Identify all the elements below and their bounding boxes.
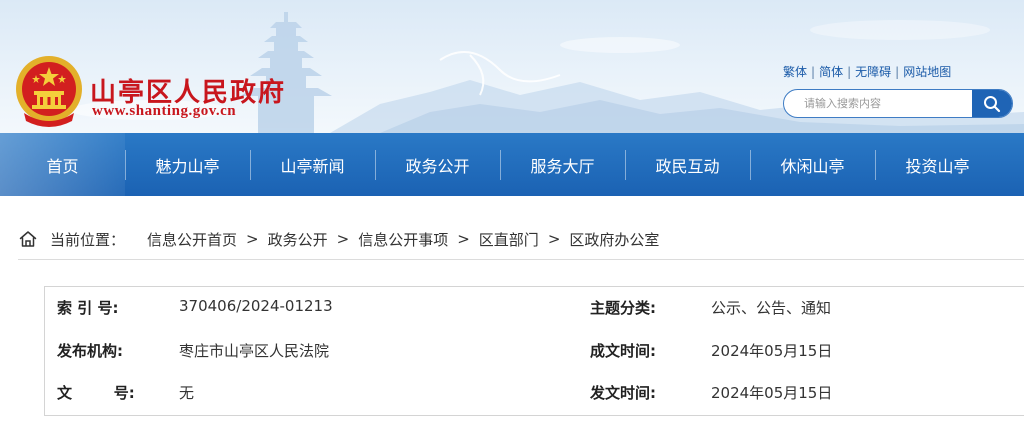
link-separator: | [895,65,900,79]
index-number-value: 370406/2024-01213 [179,297,333,315]
breadcrumb-separator: > [547,230,561,248]
utility-links: 繁体 | 简体 | 无障碍 | 网站地图 [783,63,951,80]
traditional-chinese-link[interactable]: 繁体 [783,65,807,79]
home-icon[interactable] [18,229,38,249]
breadcrumb-item-district-office[interactable]: 区政府办公室 [569,229,659,250]
breadcrumb-item-info-home[interactable]: 信息公开首页 [147,229,237,250]
nav-item-home[interactable]: 首页 [0,133,125,196]
breadcrumb-item-info-matters[interactable]: 信息公开事项 [358,229,448,250]
search-icon [984,95,1001,112]
breadcrumb-divider [18,259,1024,260]
site-url[interactable]: www.shanting.gov.cn [92,103,236,120]
main-nav: 首页 魅力山亭 山亭新闻 政务公开 服务大厅 政民互动 休闲山亭 投资山亭 [0,133,1024,196]
nav-item-leisure-shanting[interactable]: 休闲山亭 [750,133,875,196]
nav-item-shanting-news[interactable]: 山亭新闻 [250,133,375,196]
breadcrumb-item-government-affairs[interactable]: 政务公开 [268,229,328,250]
topic-category-value: 公示、公告、通知 [711,299,832,317]
written-date-label: 成文时间: [590,342,656,360]
info-row-document-number: 文 号: 无 发文时间: 2024年05月15日 [45,382,1024,422]
search-box [783,89,1013,118]
simplified-chinese-link[interactable]: 简体 [819,65,843,79]
breadcrumb-prefix: 当前位置： [50,230,126,249]
breadcrumb-separator: > [336,230,350,248]
breadcrumb-separator: > [246,230,259,248]
search-input[interactable] [784,90,974,117]
national-emblem-logo [16,56,82,127]
index-number-label: 索 引 号: [57,299,119,317]
publisher-value: 枣庄市山亭区人民法院 [179,342,330,360]
sitemap-link[interactable]: 网站地图 [903,65,951,79]
nav-item-invest-shanting[interactable]: 投资山亭 [875,133,1000,196]
breadcrumb: 当前位置： 信息公开首页 > 政务公开 > 信息公开事项 > 区直部门 > 区政… [18,226,659,252]
info-row-index: 索 引 号: 370406/2024-01213 主题分类: 公示、公告、通知 [45,297,1024,337]
publisher-label: 发布机构: [57,342,123,360]
nav-item-service-hall[interactable]: 服务大厅 [500,133,625,196]
search-button[interactable] [972,90,1012,117]
nav-item-public-interaction[interactable]: 政民互动 [625,133,750,196]
link-separator: | [811,65,816,79]
topic-category-label: 主题分类: [590,299,656,317]
written-date-value: 2024年05月15日 [711,342,833,360]
nav-item-government-affairs[interactable]: 政务公开 [375,133,500,196]
link-separator: | [847,65,852,79]
breadcrumb-separator: > [457,230,470,248]
site-header: 山亭区人民政府 www.shanting.gov.cn 繁体 | 简体 | 无障碍 | 网站… [0,0,1024,133]
breadcrumb-item-district-departments[interactable]: 区直部门 [479,229,539,250]
document-info-table: 索 引 号: 370406/2024-01213 主题分类: 公示、公告、通知 … [44,286,1024,416]
accessibility-link[interactable]: 无障碍 [855,65,891,79]
info-row-publisher: 发布机构: 枣庄市山亭区人民法院 成文时间: 2024年05月15日 [45,340,1024,380]
nav-item-charm-shanting[interactable]: 魅力山亭 [125,133,250,196]
